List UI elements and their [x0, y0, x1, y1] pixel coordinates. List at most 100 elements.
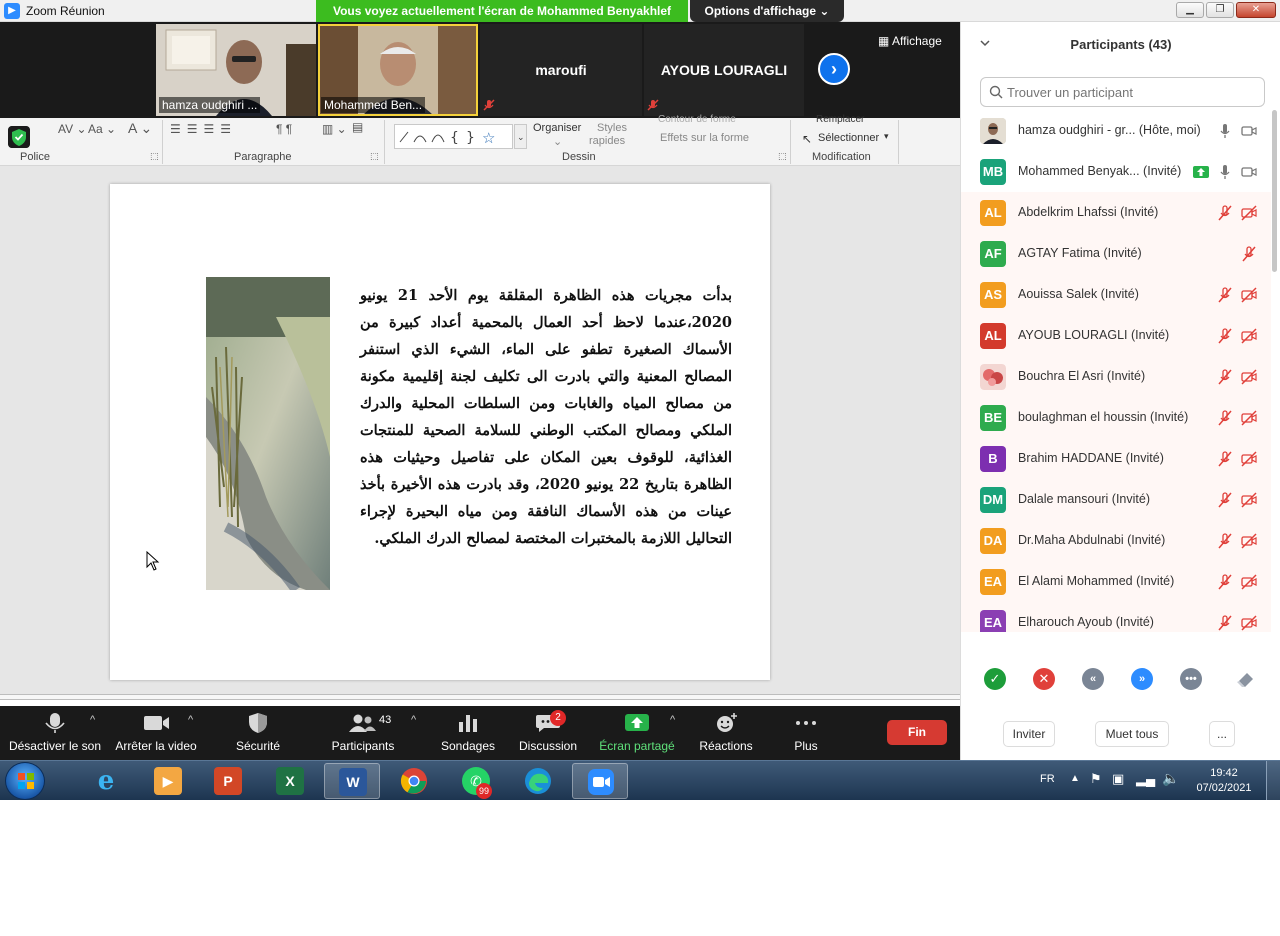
text-direction-icon[interactable]: ¶ ¶ [276, 122, 292, 136]
video-tile-maroufi[interactable]: maroufi [480, 24, 642, 116]
participant-row[interactable]: hamza oudghiri - gr... (Hôte, moi) [961, 110, 1271, 151]
participant-row[interactable]: AS Aouissa Salek (Invité) [961, 274, 1271, 315]
mic-muted-icon[interactable] [1217, 492, 1233, 508]
participant-row[interactable]: B Brahim HADDANE (Invité) [961, 438, 1271, 479]
more-feedback-icon[interactable]: ••• [1180, 668, 1202, 690]
video-tile-ayoub[interactable]: AYOUB LOURAGLI [644, 24, 804, 116]
participant-row[interactable]: EA El Alami Mohammed (Invité) [961, 561, 1271, 602]
video-off-icon[interactable] [1241, 410, 1257, 426]
system-clock[interactable]: 19:42 07/02/2021 [1192, 766, 1256, 796]
video-off-icon[interactable] [1241, 615, 1257, 631]
video-camera-icon[interactable] [1241, 123, 1257, 139]
yes-check-icon[interactable]: ✓ [984, 668, 1006, 690]
taskbar-excel[interactable]: X [262, 763, 318, 799]
mic-muted-icon[interactable] [1217, 205, 1233, 221]
participant-row[interactable]: DA Dr.Maha Abdulnabi (Invité) [961, 520, 1271, 561]
chat-button[interactable]: 2 Discussion [514, 706, 582, 760]
participant-row[interactable]: Bouchra El Asri (Invité) [961, 356, 1271, 397]
video-off-icon[interactable] [1241, 492, 1257, 508]
mic-muted-icon[interactable] [1241, 246, 1257, 262]
clear-eraser-icon[interactable] [1235, 668, 1257, 690]
organiser-button[interactable]: Organiser [533, 122, 581, 134]
video-off-icon[interactable] [1241, 287, 1257, 303]
close-button[interactable]: ✕ [1236, 2, 1276, 18]
microphone-icon[interactable] [1217, 164, 1233, 180]
video-off-icon[interactable] [1241, 451, 1257, 467]
taskbar-edge[interactable] [510, 763, 566, 799]
align-buttons-icon[interactable]: ☰☰☰☰ [170, 122, 237, 136]
mic-muted-icon[interactable] [1217, 287, 1233, 303]
participant-row[interactable]: MB Mohammed Benyak... (Invité) [961, 151, 1271, 192]
power-icon[interactable]: ▣ [1112, 771, 1124, 787]
video-tile-hamza[interactable]: hamza oudghiri ... [156, 24, 316, 116]
dialog-launcher-icon[interactable]: ⬚ [150, 151, 159, 162]
taskbar-powerpoint[interactable]: P [200, 763, 256, 799]
view-options-button[interactable]: Options d'affichage ⌄ [690, 0, 844, 22]
panel-more-button[interactable]: ... [1209, 721, 1235, 747]
participant-row[interactable]: BE boulaghman el houssin (Invité) [961, 397, 1271, 438]
restore-button[interactable]: ❐ [1206, 2, 1234, 18]
taskbar-zoom[interactable] [572, 763, 628, 799]
gallery-view-button[interactable]: ▦ Affichage [878, 34, 942, 48]
mic-muted-icon[interactable] [1217, 369, 1233, 385]
speed-up-icon[interactable]: » [1131, 668, 1153, 690]
microphone-icon[interactable] [1217, 123, 1233, 139]
taskbar-word[interactable]: W [324, 763, 380, 799]
next-page-arrow-icon[interactable]: › [818, 53, 850, 85]
participant-row[interactable]: DM Dalale mansouri (Invité) [961, 479, 1271, 520]
slide-body-text[interactable]: بدأت مجريات هذه الظاهرة المقلقة يوم الأح… [360, 282, 732, 552]
participant-search-input[interactable] [1007, 83, 1257, 101]
minimize-button[interactable]: ▁ [1176, 2, 1204, 18]
participants-options-caret-icon[interactable]: ^ [411, 714, 416, 726]
dialog-launcher-icon[interactable]: ⬚ [778, 151, 787, 162]
video-tile-mohammed[interactable]: Mohammed Ben... [318, 24, 478, 116]
slide-horizontal-scrollbar[interactable] [0, 694, 960, 700]
mic-muted-icon[interactable] [1217, 533, 1233, 549]
participant-row[interactable]: EA Elharouch Ayoub (Invité) [961, 602, 1271, 632]
taskbar-chrome[interactable] [386, 763, 442, 799]
volume-speaker-icon[interactable]: 🔈 [1162, 770, 1179, 787]
mic-muted-icon[interactable] [1217, 328, 1233, 344]
select-button[interactable]: Sélectionner [818, 132, 879, 144]
video-off-icon[interactable] [1241, 328, 1257, 344]
windows-start-button[interactable] [5, 762, 45, 800]
audio-options-caret-icon[interactable]: ^ [90, 714, 95, 726]
keyboard-language[interactable]: FR [1040, 773, 1055, 785]
video-off-icon[interactable] [1241, 533, 1257, 549]
participant-row[interactable]: AL Abdelkrim Lhafssi (Invité) [961, 192, 1271, 233]
reactions-button[interactable]: Réactions [694, 706, 758, 760]
share-options-caret-icon[interactable]: ^ [670, 714, 675, 726]
slow-down-icon[interactable]: « [1082, 668, 1104, 690]
quick-styles-label[interactable]: Styles [597, 122, 627, 134]
video-camera-icon[interactable] [1241, 164, 1257, 180]
video-off-icon[interactable] [1241, 574, 1257, 590]
share-screen-button[interactable]: Écran partagé [596, 706, 678, 760]
taskbar-media-player[interactable]: ▶ [140, 763, 196, 799]
participant-list-scrollbar[interactable] [1271, 110, 1277, 632]
end-meeting-button[interactable]: Fin [887, 720, 947, 745]
change-case-icon[interactable]: Aa ⌄ [88, 122, 116, 136]
network-signal-icon[interactable]: ▂▄ [1136, 771, 1155, 787]
font-size-icon[interactable]: AV ⌄ [58, 122, 87, 136]
replace-button[interactable]: Remplacer [816, 114, 864, 125]
show-desktop-button[interactable] [1266, 761, 1280, 801]
taskbar-internet-explorer[interactable]: e [78, 763, 134, 799]
quick-styles-label-2[interactable]: rapides [589, 135, 625, 147]
video-off-icon[interactable] [1241, 205, 1257, 221]
mic-muted-icon[interactable] [1217, 615, 1233, 631]
smartart-icon[interactable]: ▤ [352, 120, 363, 134]
invite-button[interactable]: Inviter [1003, 721, 1055, 747]
scrollbar-thumb[interactable] [1272, 110, 1277, 272]
dialog-launcher-icon[interactable]: ⬚ [370, 151, 379, 162]
font-color-icon[interactable]: A ⌄ [128, 120, 152, 137]
show-hidden-icons-icon[interactable]: ▲ [1070, 773, 1080, 784]
mic-muted-icon[interactable] [1217, 410, 1233, 426]
shape-effects-button[interactable]: Effets sur la forme [660, 132, 749, 144]
participants-button[interactable]: 43 Participants [326, 706, 400, 760]
security-button[interactable]: Sécurité [226, 706, 290, 760]
stop-video-button[interactable]: Arrêter la video [112, 706, 200, 760]
action-center-flag-icon[interactable]: ⚑ [1090, 771, 1102, 787]
mic-muted-icon[interactable] [1217, 451, 1233, 467]
mute-button[interactable]: Désactiver le son [8, 706, 102, 760]
no-x-icon[interactable]: ✕ [1033, 668, 1055, 690]
